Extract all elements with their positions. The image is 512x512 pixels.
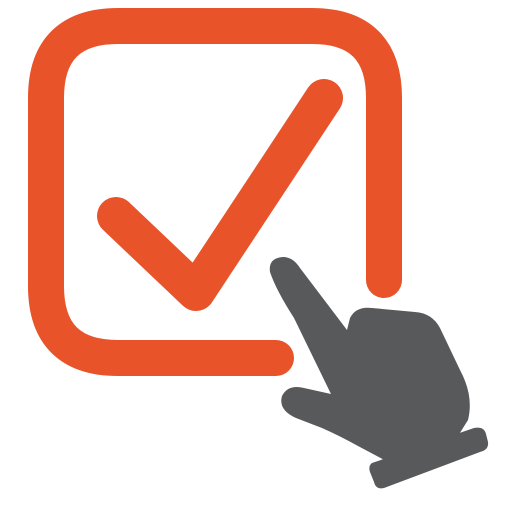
checkbox-click-svg: [28, 8, 489, 489]
checkbox-frame-icon: [28, 8, 402, 376]
checkbox-click-icon: [0, 0, 512, 512]
